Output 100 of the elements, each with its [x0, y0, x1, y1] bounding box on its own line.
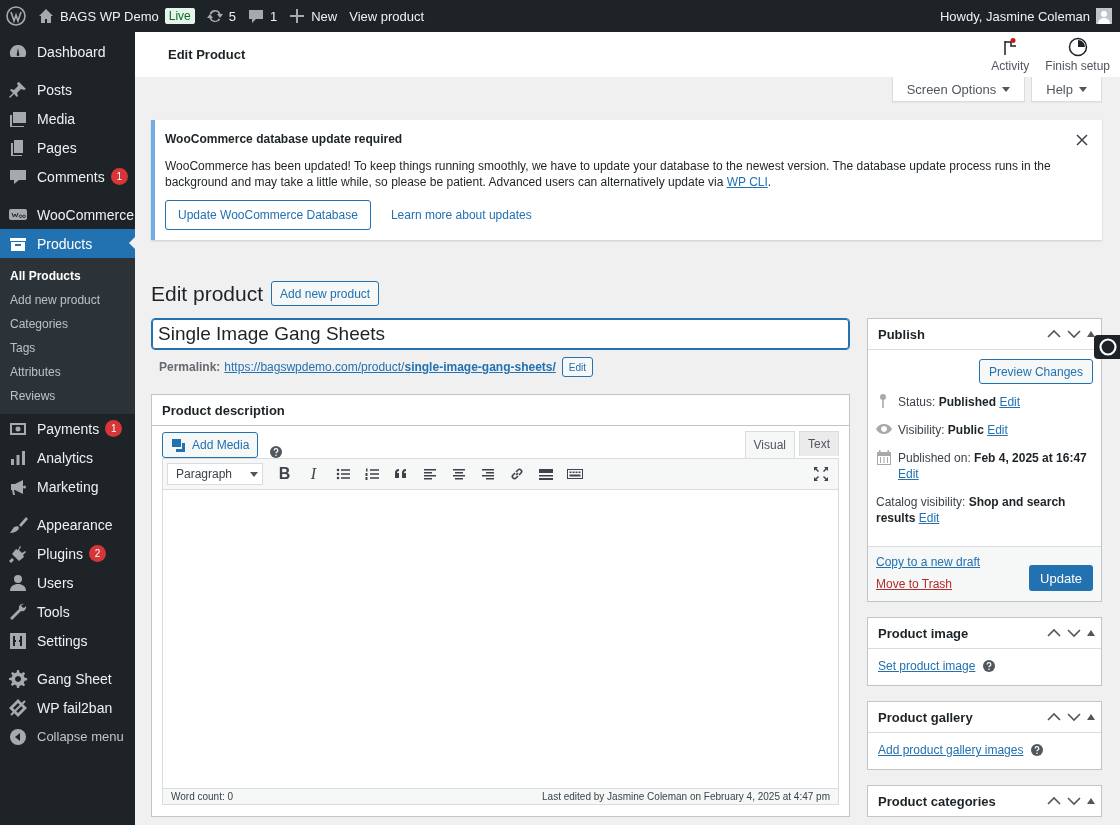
- submenu-item[interactable]: Tags: [0, 336, 135, 360]
- new-link[interactable]: New: [311, 8, 338, 24]
- submenu-item[interactable]: Add new product: [0, 288, 135, 312]
- publish-info-text: Visibility: Public Edit: [898, 422, 1008, 438]
- editor-tab[interactable]: Visual: [744, 431, 795, 458]
- menu-item[interactable]: Marketing: [0, 472, 135, 501]
- format-select[interactable]: Paragraph: [167, 463, 263, 485]
- header-action[interactable]: Activity: [975, 36, 1030, 73]
- menu-item[interactable]: Media: [0, 104, 135, 133]
- menu-item[interactable]: Payments 1: [0, 414, 135, 443]
- menu-item[interactable]: Appearance: [0, 510, 135, 539]
- notice-text: WooCommerce has been updated! To keep things running smoothly, we have to update your database to the newest version. The database update process runs in the background and may take a little while, so please be patient. Advanced users can alternatively update via WP CLI.: [165, 158, 1052, 190]
- page-header-title: Edit Product: [168, 47, 247, 62]
- caret-up-icon: [1087, 714, 1095, 720]
- edit-link[interactable]: Edit: [918, 511, 940, 525]
- view-product-link[interactable]: View product: [349, 8, 425, 24]
- paintbrush-icon: [8, 514, 28, 535]
- edit-permalink-button[interactable]: Edit: [561, 357, 594, 377]
- howdy-link[interactable]: Howdy, Jasmine Coleman: [939, 8, 1090, 24]
- wrench-icon: [8, 601, 28, 622]
- help-icon[interactable]: [983, 660, 996, 672]
- refresh-icon: [206, 8, 223, 24]
- link-icon: [508, 466, 525, 482]
- progress-circle-icon: [1067, 36, 1088, 57]
- help-icon[interactable]: [1031, 744, 1044, 756]
- menu-item[interactable]: Tools: [0, 597, 135, 626]
- screen-meta-tab[interactable]: Screen Options: [891, 77, 1026, 102]
- chevron-down-icon: [1067, 329, 1081, 339]
- preview-changes-button[interactable]: Preview Changes: [978, 359, 1093, 384]
- notice-title: WooCommerce database update required: [165, 132, 404, 146]
- chevron-down-icon: [1067, 712, 1081, 722]
- menu-item[interactable]: Dashboard: [0, 37, 135, 66]
- help-icon[interactable]: [270, 446, 283, 458]
- header-action[interactable]: Finish setup: [1029, 36, 1110, 73]
- box-title: Product categories: [878, 793, 997, 809]
- screen-meta-tab[interactable]: Help: [1031, 77, 1102, 102]
- media-icon: [171, 437, 186, 453]
- submenu-item[interactable]: Attributes: [0, 360, 135, 384]
- menu-item[interactable]: Analytics: [0, 443, 135, 472]
- collapse-menu-button[interactable]: Collapse menu: [0, 722, 135, 751]
- add-media-button[interactable]: Add Media: [162, 432, 259, 458]
- learn-more-link[interactable]: Learn more about updates: [390, 208, 532, 222]
- update-button[interactable]: Update: [1029, 565, 1093, 591]
- menu-item[interactable]: Gang Sheet: [0, 664, 135, 693]
- submenu-item[interactable]: Reviews: [0, 384, 135, 408]
- speech-bubble-icon: [248, 8, 264, 24]
- site-name-link[interactable]: BAGS WP Demo: [60, 8, 159, 24]
- trash-link[interactable]: Move to Trash: [876, 577, 981, 591]
- box-link[interactable]: Set product image: [878, 659, 976, 673]
- box-title: Product image: [878, 625, 970, 641]
- update-database-button[interactable]: Update WooCommerce Database: [165, 200, 371, 230]
- edit-link[interactable]: Edit: [999, 395, 1021, 409]
- menu-item[interactable]: Plugins 2: [0, 539, 135, 568]
- menu-item[interactable]: Comments 1: [0, 162, 135, 191]
- live-badge: Live: [164, 8, 195, 24]
- italic-button[interactable]: I: [300, 462, 327, 486]
- menu-item[interactable]: Pages: [0, 133, 135, 162]
- word-count: Word count: 0: [171, 791, 234, 802]
- caret-down-icon: [1079, 86, 1087, 92]
- align-right-icon: [479, 466, 496, 482]
- submenu-item[interactable]: Categories: [0, 312, 135, 336]
- menu-item[interactable]: WooCommerce: [0, 200, 135, 229]
- permalink-link[interactable]: https://bagswpdemo.com/product/single-image-gang-sheets/: [224, 360, 556, 374]
- comments-count[interactable]: 1: [270, 8, 278, 24]
- menu-item[interactable]: Posts: [0, 75, 135, 104]
- box-link[interactable]: Add product gallery images: [878, 743, 1024, 757]
- bold-button[interactable]: B: [271, 462, 298, 486]
- gear-icon: [8, 668, 28, 689]
- menu-item[interactable]: Users: [0, 568, 135, 597]
- last-edited-text: Last edited by Jasmine Coleman on February 4, 2025 at 4:47 pm: [542, 791, 830, 802]
- publish-info-text: Catalog visibility: Shop and search results Edit: [876, 494, 1067, 526]
- close-icon: [1076, 134, 1088, 146]
- menu-item[interactable]: WP fail2ban: [0, 693, 135, 722]
- publish-info-text: Published on: Feb 4, 2025 at 16:47 Edit: [898, 450, 1088, 482]
- add-new-button[interactable]: Add new product: [271, 281, 380, 306]
- wordpress-logo-icon: [6, 6, 26, 26]
- submenu-item[interactable]: All Products: [0, 264, 135, 288]
- copy-draft-link[interactable]: Copy to a new draft: [876, 555, 981, 569]
- edit-link[interactable]: Edit: [987, 423, 1008, 437]
- chevron-down-icon: [1067, 628, 1081, 638]
- caret-up-icon: [1087, 798, 1095, 804]
- page-title: Edit product: [151, 281, 264, 306]
- menu-item[interactable]: Settings: [0, 626, 135, 655]
- box-title: Product gallery: [878, 709, 974, 725]
- keyboard-icon: [566, 466, 583, 482]
- cli-link[interactable]: WP CLI: [726, 175, 768, 189]
- plug-icon: [8, 543, 28, 564]
- updates-count[interactable]: 5: [228, 8, 236, 24]
- edit-link[interactable]: Edit: [898, 467, 919, 481]
- count-badge: 1: [105, 420, 123, 437]
- editor-tab[interactable]: Text: [799, 431, 839, 456]
- title-input-field[interactable]: Single Image Gang Sheets: [151, 318, 850, 350]
- caret-down-icon: [1002, 86, 1011, 92]
- eye-icon: [876, 421, 892, 437]
- numbered-list-icon: [363, 466, 380, 482]
- menu-item[interactable]: Products: [0, 229, 135, 258]
- count-badge: 2: [88, 545, 106, 562]
- caret-up-icon: [1087, 331, 1095, 337]
- user-icon: [8, 572, 28, 593]
- ring-toggle-icon[interactable]: [1094, 335, 1120, 359]
